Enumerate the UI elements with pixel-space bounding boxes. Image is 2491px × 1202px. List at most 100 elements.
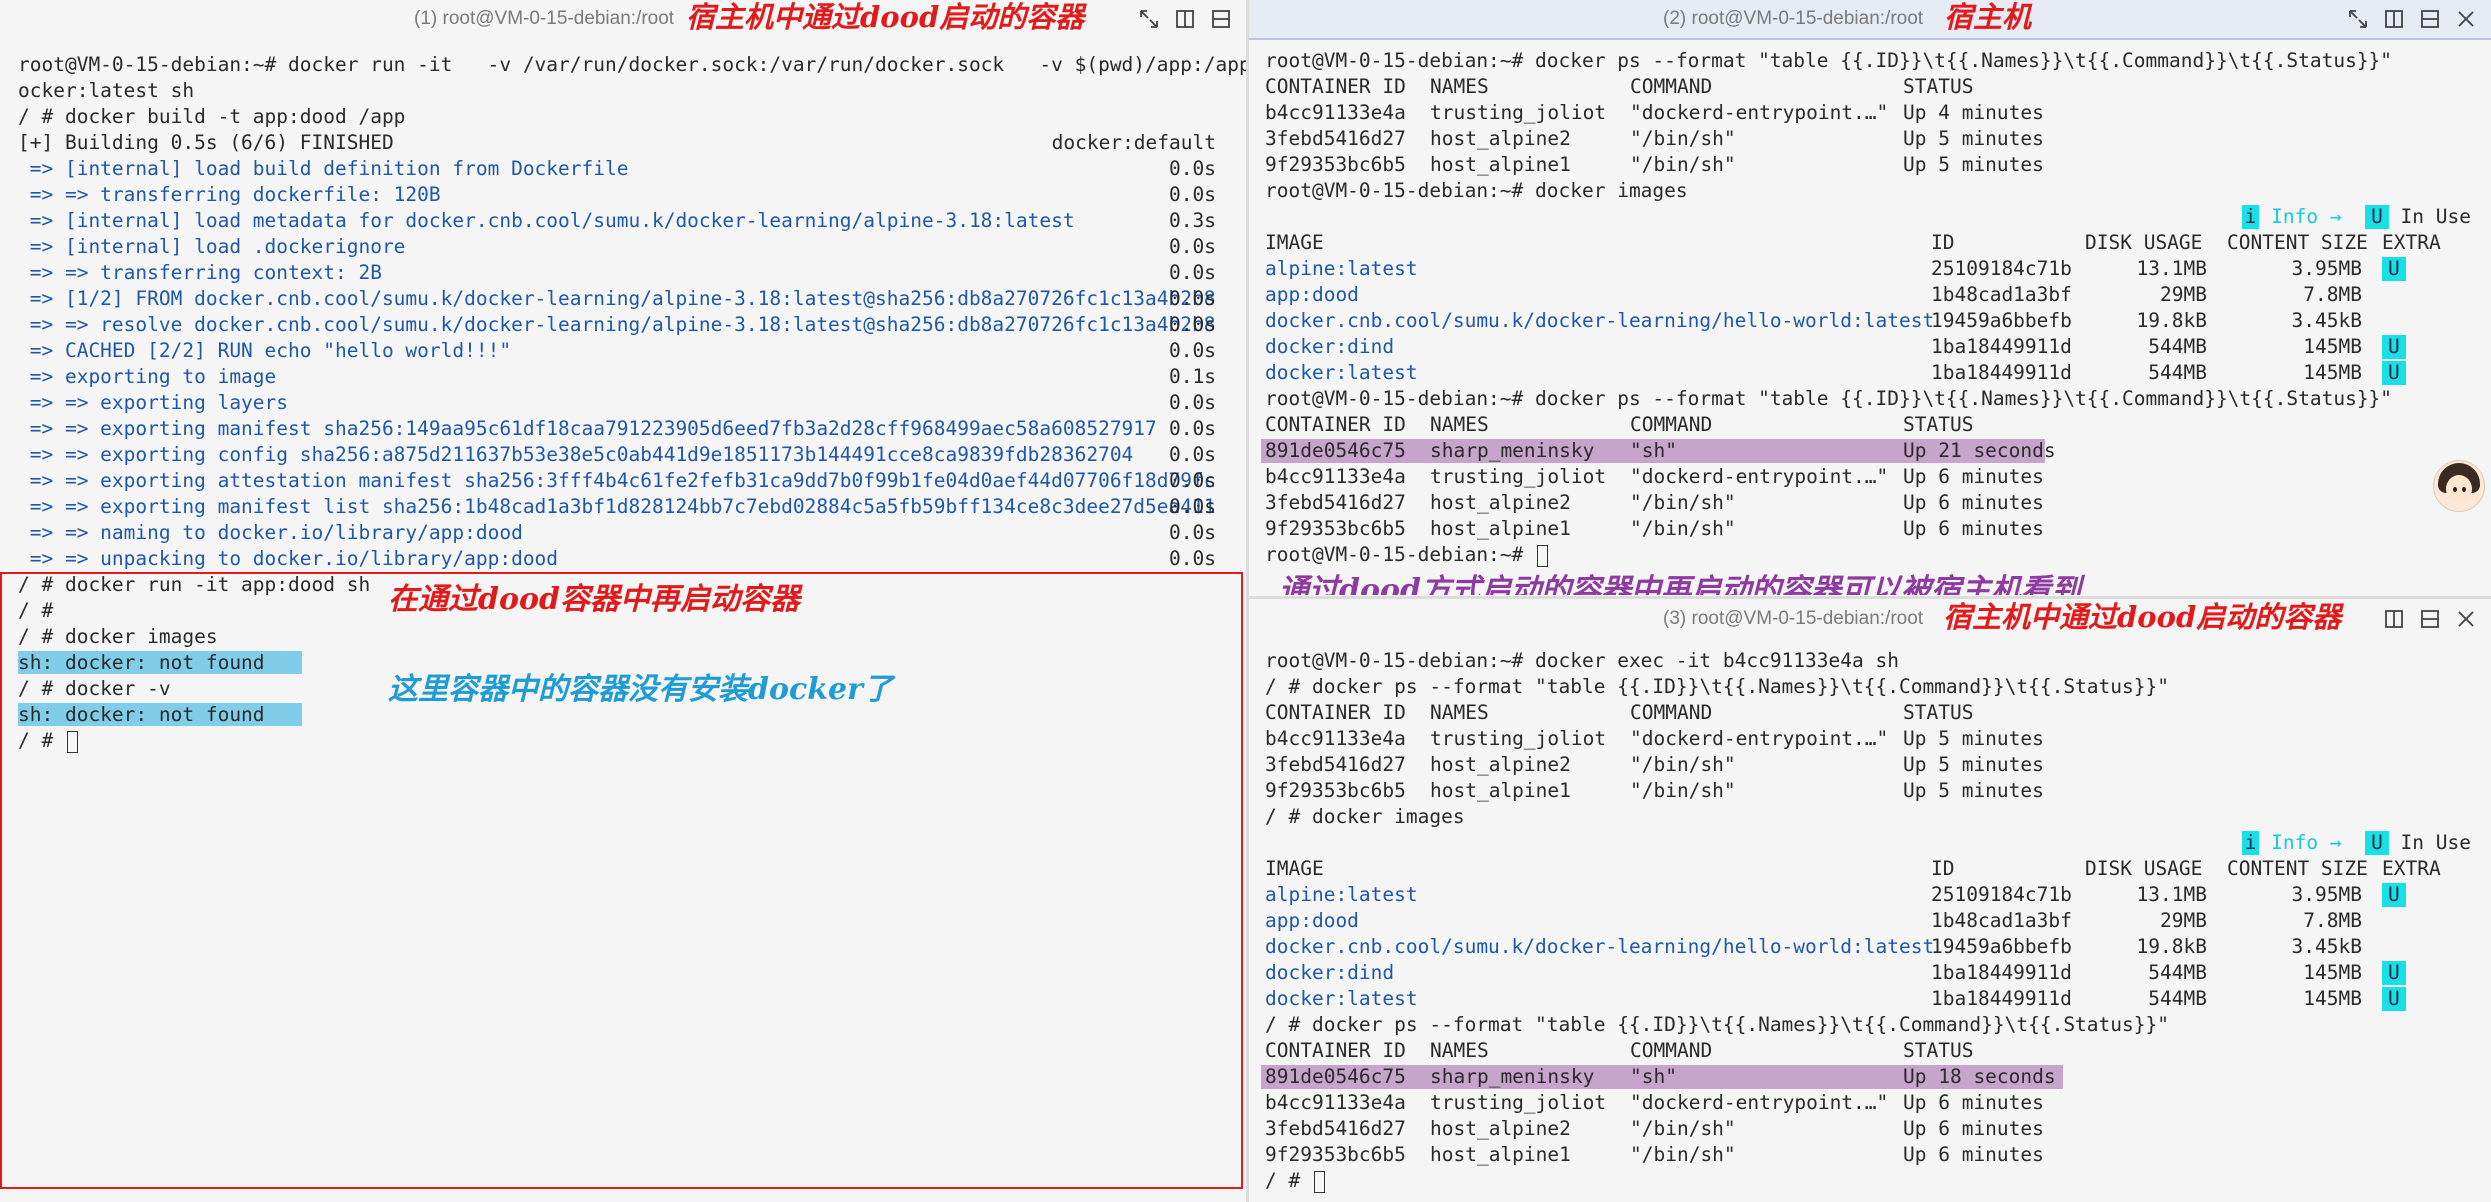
terminal-line: => => exporting manifest sha256:149aa95c… xyxy=(18,416,1216,442)
horizontal-divider[interactable] xyxy=(1249,596,2491,599)
terminal-line: => => exporting layers 0.0s xyxy=(18,390,1216,416)
container-cell: host_alpine1 xyxy=(1430,517,1571,540)
container-cell: Up 5 minutes xyxy=(1903,779,2044,802)
terminal-line: root@VM-0-15-debian:~# docker images xyxy=(1265,178,2471,204)
container-cell: Up 6 minutes xyxy=(1903,491,2044,514)
container-cell: "/bin/sh" xyxy=(1630,491,1736,514)
container-cell: Up 5 minutes xyxy=(1903,727,2044,750)
image-cell: 544MB xyxy=(2148,961,2207,984)
terminal-text: => [internal] load .dockerignore xyxy=(18,235,406,258)
image-row: app:dood 1b48cad1a3bf 29MB 7.8MB xyxy=(1265,282,2471,308)
container-cell: "/bin/sh" xyxy=(1630,1143,1736,1166)
image-cell: 19.8kB xyxy=(2136,935,2207,958)
image-row: docker:latest 1ba18449911d 544MB 145MB U xyxy=(1265,986,2471,1012)
image-cell: IMAGE xyxy=(1265,231,1324,254)
container-cell: Up 4 minutes xyxy=(1903,101,2044,124)
container-cell: host_alpine1 xyxy=(1430,153,1571,176)
container-cell: host_alpine2 xyxy=(1430,753,1571,776)
image-cell: docker:latest xyxy=(1265,987,1418,1010)
build-step-time: 0.0s xyxy=(1169,287,1216,310)
container-cell: b4cc91133e4a xyxy=(1265,465,1406,488)
build-step-time: 0.0s xyxy=(1169,469,1216,492)
assistant-avatar[interactable] xyxy=(2433,460,2485,512)
split-vertical-icon[interactable] xyxy=(2383,608,2405,630)
split-vertical-icon[interactable] xyxy=(2383,8,2405,30)
pane-2-terminal-output[interactable]: root@VM-0-15-debian:~# docker ps --forma… xyxy=(1261,48,2471,568)
terminal-pane-3[interactable]: (3) root@VM-0-15-debian:/root 宿主机中通过dood… xyxy=(1249,600,2491,1202)
container-row: 3febd5416d27 host_alpine2 "/bin/sh" Up 5 mi… xyxy=(1265,752,2471,778)
expand-icon[interactable] xyxy=(1138,8,1160,30)
build-step-time: 0.0s xyxy=(1169,495,1216,518)
container-row: 9f29353bc6b5 host_alpine1 "/bin/sh" Up 6 mi… xyxy=(1265,1142,2471,1168)
legend-info-text: Info → xyxy=(2259,205,2366,228)
build-step-time: 0.0s xyxy=(1169,183,1216,206)
image-cell: 1ba18449911d xyxy=(1931,987,2072,1010)
image-cell: 544MB xyxy=(2148,987,2207,1010)
image-cell: 3.45kB xyxy=(2291,935,2362,958)
pane-2-titlebar[interactable]: (2) root@VM-0-15-debian:/root 宿主机 xyxy=(1249,0,2491,40)
image-cell: IMAGE xyxy=(1265,857,1324,880)
container-cell: host_alpine2 xyxy=(1430,1117,1571,1140)
image-cell: 29MB xyxy=(2160,909,2207,932)
images-header: IMAGE ID DISK USAGE CONTENT SIZE EXTRA xyxy=(1265,230,2471,256)
image-cell: 29MB xyxy=(2160,283,2207,306)
container-row: b4cc91133e4a trusting_joliot "dockerd-entr… xyxy=(1265,464,2471,490)
container-cell: Up 5 minutes xyxy=(1903,753,2044,776)
image-cell: CONTENT SIZE xyxy=(2227,857,2368,880)
container-cell: STATUS xyxy=(1903,75,1974,98)
terminal-text: root@VM-0-15-debian:~# docker ps --forma… xyxy=(1265,387,2393,410)
container-row: 3febd5416d27 host_alpine2 "/bin/sh" Up 5 mi… xyxy=(1265,126,2471,152)
terminal-line: / # docker images xyxy=(1265,804,2471,830)
build-step-time: 0.0s xyxy=(1169,443,1216,466)
image-cell: ID xyxy=(1931,857,1955,880)
container-cell: 9f29353bc6b5 xyxy=(1265,517,1406,540)
image-cell: 13.1MB xyxy=(2136,883,2207,906)
close-icon[interactable] xyxy=(2455,8,2477,30)
terminal-text: / # docker build -t app:dood /app xyxy=(18,105,406,128)
image-cell: alpine:latest xyxy=(1265,883,1418,906)
legend-in-use-text: In Use xyxy=(2388,831,2471,854)
legend-in-use-text: In Use xyxy=(2388,205,2471,228)
image-cell: 7.8MB xyxy=(2303,283,2362,306)
split-horizontal-icon[interactable] xyxy=(2419,8,2441,30)
pane-3-titlebar[interactable]: (3) root@VM-0-15-debian:/root 宿主机中通过dood… xyxy=(1249,600,2491,638)
terminal-pane-1[interactable]: (1) root@VM-0-15-debian:/root 宿主机中通过dood… xyxy=(0,0,1246,1202)
pane-1-title-annotation: 宿主机中通过dood启动的容器 xyxy=(686,0,1085,34)
pane-1-titlebar[interactable]: (1) root@VM-0-15-debian:/root 宿主机中通过dood… xyxy=(0,0,1246,38)
container-cell: "dockerd-entrypoint.…" xyxy=(1630,465,1889,488)
terminal-cursor[interactable] xyxy=(1537,544,1549,567)
container-cell: sharp_meninsky xyxy=(1430,1065,1595,1088)
image-cell: 544MB xyxy=(2148,361,2207,384)
image-row: alpine:latest 25109184c71b 13.1MB 3.95MB U xyxy=(1265,882,2471,908)
container-cell: trusting_joliot xyxy=(1430,727,1607,750)
container-row: 9f29353bc6b5 host_alpine1 "/bin/sh" Up 5 mi… xyxy=(1265,778,2471,804)
container-row: 891de0546c75 sharp_meninsky "sh" Up 18 seco… xyxy=(1261,1064,2471,1090)
terminal-text: root@VM-0-15-debian:~# docker images xyxy=(1265,179,1688,202)
terminal-line: => => exporting config sha256:a875d21163… xyxy=(18,442,1216,468)
split-horizontal-icon[interactable] xyxy=(2419,608,2441,630)
terminal-pane-2[interactable]: (2) root@VM-0-15-debian:/root 宿主机 root@V… xyxy=(1249,0,2491,595)
container-cell: trusting_joliot xyxy=(1430,101,1607,124)
expand-icon[interactable] xyxy=(2347,8,2369,30)
container-cell: Up 18 seconds xyxy=(1903,1065,2091,1088)
split-vertical-icon[interactable] xyxy=(1174,8,1196,30)
container-cell: trusting_joliot xyxy=(1430,1091,1607,1114)
terminal-text: => => naming to docker.io/library/app:do… xyxy=(18,521,523,544)
pane-3-terminal-output[interactable]: root@VM-0-15-debian:~# docker exec -it b… xyxy=(1261,648,2471,1194)
build-step-time: 0.0s xyxy=(1169,157,1216,180)
container-cell: b4cc91133e4a xyxy=(1265,1091,1406,1114)
pane-2-title-annotation: 宿主机 xyxy=(1944,0,2032,34)
terminal-text: => => exporting manifest list sha256:1b4… xyxy=(18,495,1216,518)
image-cell: 19459a6bbefb xyxy=(1931,935,2072,958)
pane-3-title: (3) root@VM-0-15-debian:/root xyxy=(1663,608,1924,629)
container-cell: COMMAND xyxy=(1630,1039,1713,1062)
split-horizontal-icon[interactable] xyxy=(1210,8,1232,30)
terminal-text: => => resolve docker.cnb.cool/sumu.k/doc… xyxy=(18,313,1216,336)
image-cell: 19459a6bbefb xyxy=(1931,309,2072,332)
close-icon[interactable] xyxy=(2455,608,2477,630)
terminal-cursor[interactable] xyxy=(1313,1170,1325,1193)
terminal-line: => => exporting attestation manifest sha… xyxy=(18,468,1216,494)
container-cell: 3febd5416d27 xyxy=(1265,127,1406,150)
terminal-line: => => transferring dockerfile: 120B 0.0s xyxy=(18,182,1216,208)
pane-3-title-icons xyxy=(2383,600,2477,638)
